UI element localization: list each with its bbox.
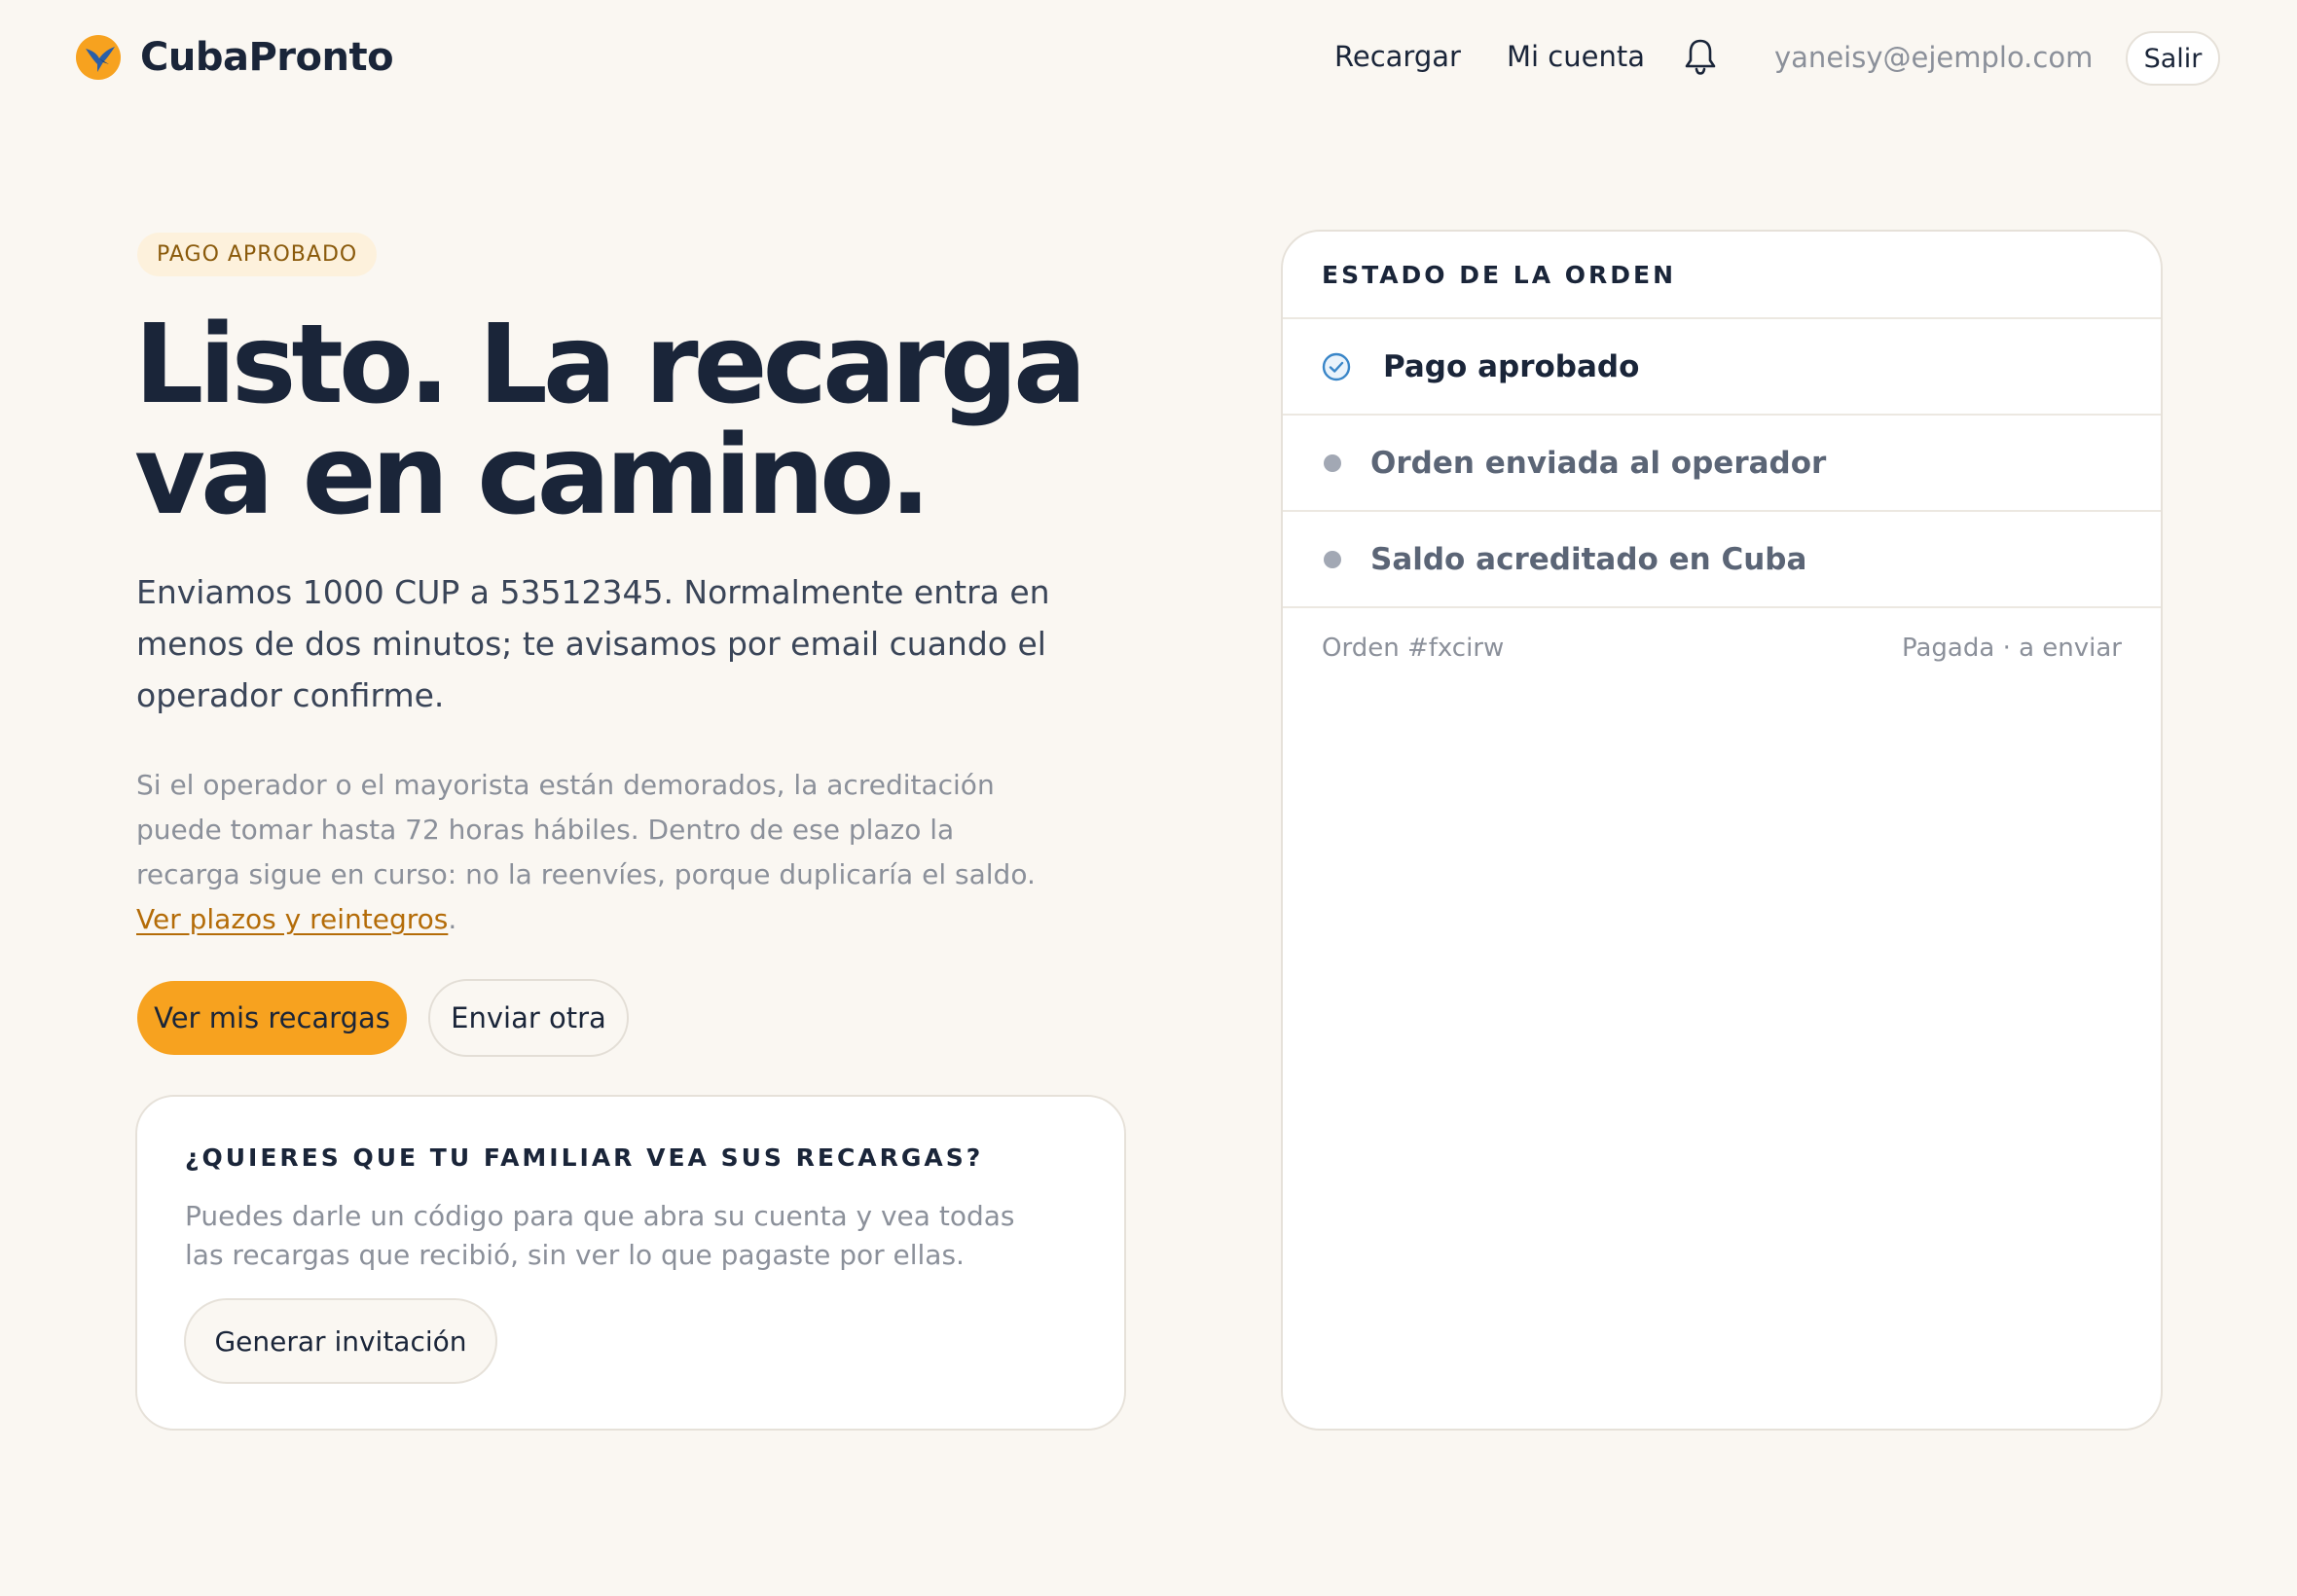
brand[interactable]: CubaPronto bbox=[76, 35, 394, 80]
page-title: Listo. La recarga va en camino. bbox=[134, 302, 1087, 539]
status-step-label: Saldo acreditado en Cuba bbox=[1370, 541, 1807, 577]
logout-button[interactable]: Salir bbox=[2126, 31, 2220, 86]
pending-dot-icon bbox=[1324, 453, 1341, 472]
top-bar: CubaPronto Recargar Mi cuenta yaneisy@ej… bbox=[0, 0, 2297, 117]
bell-icon[interactable] bbox=[1682, 37, 1719, 76]
order-id: Orden #fxcirw bbox=[1322, 634, 1505, 663]
status-step-sent-to-operator: Orden enviada al operador bbox=[1283, 416, 2161, 512]
status-step-payment-approved: Pago aprobado bbox=[1283, 319, 2161, 416]
status-step-credited: Saldo acreditado en Cuba bbox=[1283, 512, 2161, 608]
delay-notice: Si el operador o el mayorista están demo… bbox=[136, 763, 1051, 942]
hummingbird-logo-icon bbox=[76, 35, 121, 80]
brand-name: CubaPronto bbox=[140, 35, 394, 80]
order-status-card: ESTADO DE LA ORDEN Pago aprobado Orden e… bbox=[1281, 230, 2163, 1431]
status-step-label: Pago aprobado bbox=[1383, 348, 1640, 384]
delay-notice-end: . bbox=[448, 903, 457, 935]
nav-mi-cuenta[interactable]: Mi cuenta bbox=[1507, 40, 1645, 73]
send-another-button[interactable]: Enviar otra bbox=[428, 979, 629, 1057]
page: CubaPronto Recargar Mi cuenta yaneisy@ej… bbox=[0, 0, 2297, 1596]
order-state: Pagada · a enviar bbox=[1901, 634, 2122, 663]
status-badge: PAGO APROBADO bbox=[137, 233, 378, 276]
pending-dot-icon bbox=[1324, 550, 1341, 568]
confirmation-message: Enviamos 1000 CUP a 53512345. Normalment… bbox=[136, 573, 1050, 714]
order-status-title: ESTADO DE LA ORDEN bbox=[1283, 232, 2161, 319]
nav-recargar[interactable]: Recargar bbox=[1334, 40, 1461, 73]
invite-title: ¿QUIERES QUE TU FAMILIAR VEA SUS RECARGA… bbox=[185, 1143, 984, 1172]
invite-description: Puedes darle un código para que abra su … bbox=[185, 1200, 1015, 1271]
view-recharges-button[interactable]: Ver mis recargas bbox=[137, 981, 407, 1055]
terms-link[interactable]: Ver plazos y reintegros bbox=[136, 903, 448, 935]
delay-notice-text: Si el operador o el mayorista están demo… bbox=[136, 769, 1036, 890]
user-email: yaneisy@ejemplo.com bbox=[1774, 41, 2094, 74]
check-circle-icon bbox=[1321, 351, 1352, 382]
generate-invite-button[interactable]: Generar invitación bbox=[184, 1298, 497, 1384]
status-step-label: Orden enviada al operador bbox=[1370, 445, 1827, 481]
invite-card: ¿QUIERES QUE TU FAMILIAR VEA SUS RECARGA… bbox=[135, 1095, 1126, 1431]
order-footer: Orden #fxcirw Pagada · a enviar bbox=[1283, 608, 2161, 663]
